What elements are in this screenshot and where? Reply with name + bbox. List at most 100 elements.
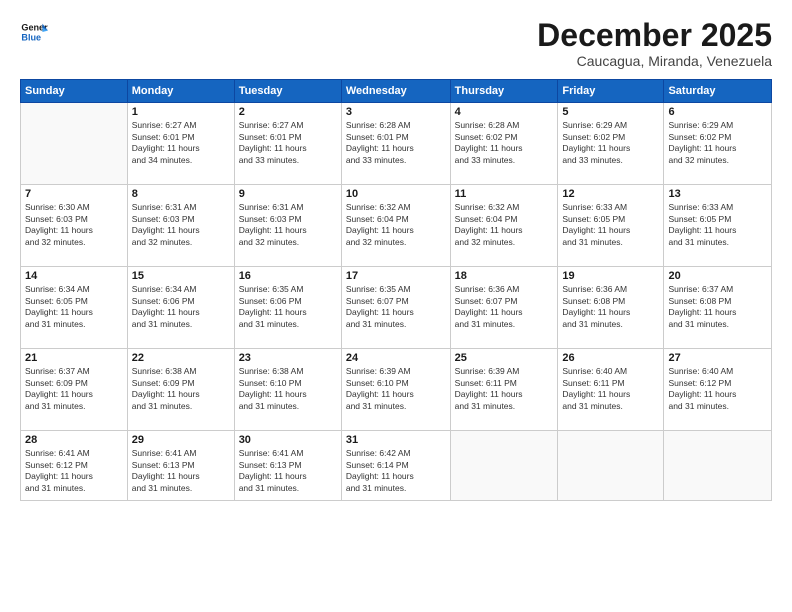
day-info: Sunrise: 6:27 AM Sunset: 6:01 PM Dayligh… — [239, 120, 337, 166]
day-info: Sunrise: 6:31 AM Sunset: 6:03 PM Dayligh… — [239, 202, 337, 248]
calendar-cell: 23 Sunrise: 6:38 AM Sunset: 6:10 PM Dayli… — [234, 349, 341, 431]
calendar-cell — [558, 431, 664, 501]
day-number: 16 — [239, 270, 337, 282]
day-number: 27 — [668, 352, 767, 364]
calendar-cell: 22 Sunrise: 6:38 AM Sunset: 6:09 PM Dayli… — [127, 349, 234, 431]
calendar-week-row: 14 Sunrise: 6:34 AM Sunset: 6:05 PM Dayli… — [21, 267, 772, 349]
calendar-cell — [664, 431, 772, 501]
day-number: 29 — [132, 434, 230, 446]
day-number: 23 — [239, 352, 337, 364]
day-info: Sunrise: 6:37 AM Sunset: 6:09 PM Dayligh… — [25, 366, 123, 412]
day-number: 8 — [132, 188, 230, 200]
day-info: Sunrise: 6:36 AM Sunset: 6:07 PM Dayligh… — [455, 284, 554, 330]
day-number: 18 — [455, 270, 554, 282]
calendar-cell — [450, 431, 558, 501]
calendar-cell: 5Sunrise: 6:29 AM Sunset: 6:02 PM Daylig… — [558, 103, 664, 185]
day-info: Sunrise: 6:41 AM Sunset: 6:13 PM Dayligh… — [132, 448, 230, 494]
calendar-week-row: 28Sunrise: 6:41 AM Sunset: 6:12 PM Dayli… — [21, 431, 772, 501]
day-info: Sunrise: 6:41 AM Sunset: 6:12 PM Dayligh… — [25, 448, 123, 494]
day-number: 12 — [562, 188, 659, 200]
day-info: Sunrise: 6:39 AM Sunset: 6:11 PM Dayligh… — [455, 366, 554, 412]
day-info: Sunrise: 6:37 AM Sunset: 6:08 PM Dayligh… — [668, 284, 767, 330]
day-number: 20 — [668, 270, 767, 282]
calendar-cell: 18 Sunrise: 6:36 AM Sunset: 6:07 PM Dayli… — [450, 267, 558, 349]
calendar-cell: 28Sunrise: 6:41 AM Sunset: 6:12 PM Dayli… — [21, 431, 128, 501]
day-number: 6 — [668, 106, 767, 118]
calendar-cell: 4 Sunrise: 6:28 AM Sunset: 6:02 PM Daylig… — [450, 103, 558, 185]
calendar-cell: 30Sunrise: 6:41 AM Sunset: 6:13 PM Dayli… — [234, 431, 341, 501]
calendar-cell: 21 Sunrise: 6:37 AM Sunset: 6:09 PM Dayli… — [21, 349, 128, 431]
calendar-cell: 8 Sunrise: 6:31 AM Sunset: 6:03 PM Daylig… — [127, 185, 234, 267]
calendar-cell: 27 Sunrise: 6:40 AM Sunset: 6:12 PM Dayli… — [664, 349, 772, 431]
day-info: Sunrise: 6:41 AM Sunset: 6:13 PM Dayligh… — [239, 448, 337, 494]
day-number: 5 — [562, 106, 659, 118]
calendar-cell: 31Sunrise: 6:42 AM Sunset: 6:14 PM Dayli… — [341, 431, 450, 501]
calendar-cell: 10Sunrise: 6:32 AM Sunset: 6:04 PM Dayli… — [341, 185, 450, 267]
calendar-cell: 9Sunrise: 6:31 AM Sunset: 6:03 PM Daylig… — [234, 185, 341, 267]
calendar-cell — [21, 103, 128, 185]
day-info: Sunrise: 6:28 AM Sunset: 6:02 PM Dayligh… — [455, 120, 554, 166]
day-number: 13 — [668, 188, 767, 200]
logo: General Blue — [20, 18, 48, 46]
logo-icon: General Blue — [20, 18, 48, 46]
day-of-week-header: Sunday — [21, 80, 128, 103]
day-number: 17 — [346, 270, 446, 282]
calendar-cell: 25 Sunrise: 6:39 AM Sunset: 6:11 PM Dayli… — [450, 349, 558, 431]
day-of-week-header: Thursday — [450, 80, 558, 103]
calendar-cell: 20 Sunrise: 6:37 AM Sunset: 6:08 PM Dayli… — [664, 267, 772, 349]
day-number: 22 — [132, 352, 230, 364]
calendar-cell: 7Sunrise: 6:30 AM Sunset: 6:03 PM Daylig… — [21, 185, 128, 267]
calendar-cell: 26 Sunrise: 6:40 AM Sunset: 6:11 PM Dayli… — [558, 349, 664, 431]
day-of-week-header: Wednesday — [341, 80, 450, 103]
day-number: 24 — [346, 352, 446, 364]
day-info: Sunrise: 6:32 AM Sunset: 6:04 PM Dayligh… — [455, 202, 554, 248]
day-info: Sunrise: 6:33 AM Sunset: 6:05 PM Dayligh… — [668, 202, 767, 248]
svg-text:Blue: Blue — [21, 32, 41, 42]
calendar-cell: 11Sunrise: 6:32 AM Sunset: 6:04 PM Dayli… — [450, 185, 558, 267]
calendar-cell: 17 Sunrise: 6:35 AM Sunset: 6:07 PM Dayli… — [341, 267, 450, 349]
day-number: 3 — [346, 106, 446, 118]
day-of-week-header: Friday — [558, 80, 664, 103]
title-block: December 2025 Caucagua, Miranda, Venezue… — [537, 18, 772, 69]
day-info: Sunrise: 6:35 AM Sunset: 6:07 PM Dayligh… — [346, 284, 446, 330]
day-info: Sunrise: 6:40 AM Sunset: 6:12 PM Dayligh… — [668, 366, 767, 412]
calendar-cell: 12 Sunrise: 6:33 AM Sunset: 6:05 PM Dayli… — [558, 185, 664, 267]
calendar-cell: 24 Sunrise: 6:39 AM Sunset: 6:10 PM Dayli… — [341, 349, 450, 431]
day-number: 25 — [455, 352, 554, 364]
month-title: December 2025 — [537, 18, 772, 53]
day-info: Sunrise: 6:38 AM Sunset: 6:10 PM Dayligh… — [239, 366, 337, 412]
calendar-table: SundayMondayTuesdayWednesdayThursdayFrid… — [20, 79, 772, 501]
day-number: 10 — [346, 188, 446, 200]
day-number: 19 — [562, 270, 659, 282]
day-number: 26 — [562, 352, 659, 364]
calendar-cell: 15 Sunrise: 6:34 AM Sunset: 6:06 PM Dayli… — [127, 267, 234, 349]
day-number: 15 — [132, 270, 230, 282]
day-info: Sunrise: 6:31 AM Sunset: 6:03 PM Dayligh… — [132, 202, 230, 248]
day-number: 2 — [239, 106, 337, 118]
day-info: Sunrise: 6:33 AM Sunset: 6:05 PM Dayligh… — [562, 202, 659, 248]
day-info: Sunrise: 6:40 AM Sunset: 6:11 PM Dayligh… — [562, 366, 659, 412]
day-info: Sunrise: 6:34 AM Sunset: 6:06 PM Dayligh… — [132, 284, 230, 330]
day-of-week-header: Saturday — [664, 80, 772, 103]
day-info: Sunrise: 6:38 AM Sunset: 6:09 PM Dayligh… — [132, 366, 230, 412]
day-info: Sunrise: 6:27 AM Sunset: 6:01 PM Dayligh… — [132, 120, 230, 166]
day-info: Sunrise: 6:34 AM Sunset: 6:05 PM Dayligh… — [25, 284, 123, 330]
day-info: Sunrise: 6:28 AM Sunset: 6:01 PM Dayligh… — [346, 120, 446, 166]
day-info: Sunrise: 6:39 AM Sunset: 6:10 PM Dayligh… — [346, 366, 446, 412]
calendar-page: General Blue December 2025 Caucagua, Mir… — [0, 0, 792, 612]
calendar-cell: 19Sunrise: 6:36 AM Sunset: 6:08 PM Dayli… — [558, 267, 664, 349]
day-info: Sunrise: 6:29 AM Sunset: 6:02 PM Dayligh… — [668, 120, 767, 166]
day-number: 7 — [25, 188, 123, 200]
calendar-cell: 14 Sunrise: 6:34 AM Sunset: 6:05 PM Dayli… — [21, 267, 128, 349]
day-number: 4 — [455, 106, 554, 118]
day-number: 14 — [25, 270, 123, 282]
day-of-week-header: Tuesday — [234, 80, 341, 103]
calendar-week-row: 1 Sunrise: 6:27 AM Sunset: 6:01 PM Daylig… — [21, 103, 772, 185]
day-of-week-header: Monday — [127, 80, 234, 103]
calendar-cell: 6 Sunrise: 6:29 AM Sunset: 6:02 PM Daylig… — [664, 103, 772, 185]
calendar-week-row: 7Sunrise: 6:30 AM Sunset: 6:03 PM Daylig… — [21, 185, 772, 267]
day-number: 21 — [25, 352, 123, 364]
day-info: Sunrise: 6:35 AM Sunset: 6:06 PM Dayligh… — [239, 284, 337, 330]
day-info: Sunrise: 6:42 AM Sunset: 6:14 PM Dayligh… — [346, 448, 446, 494]
day-number: 1 — [132, 106, 230, 118]
